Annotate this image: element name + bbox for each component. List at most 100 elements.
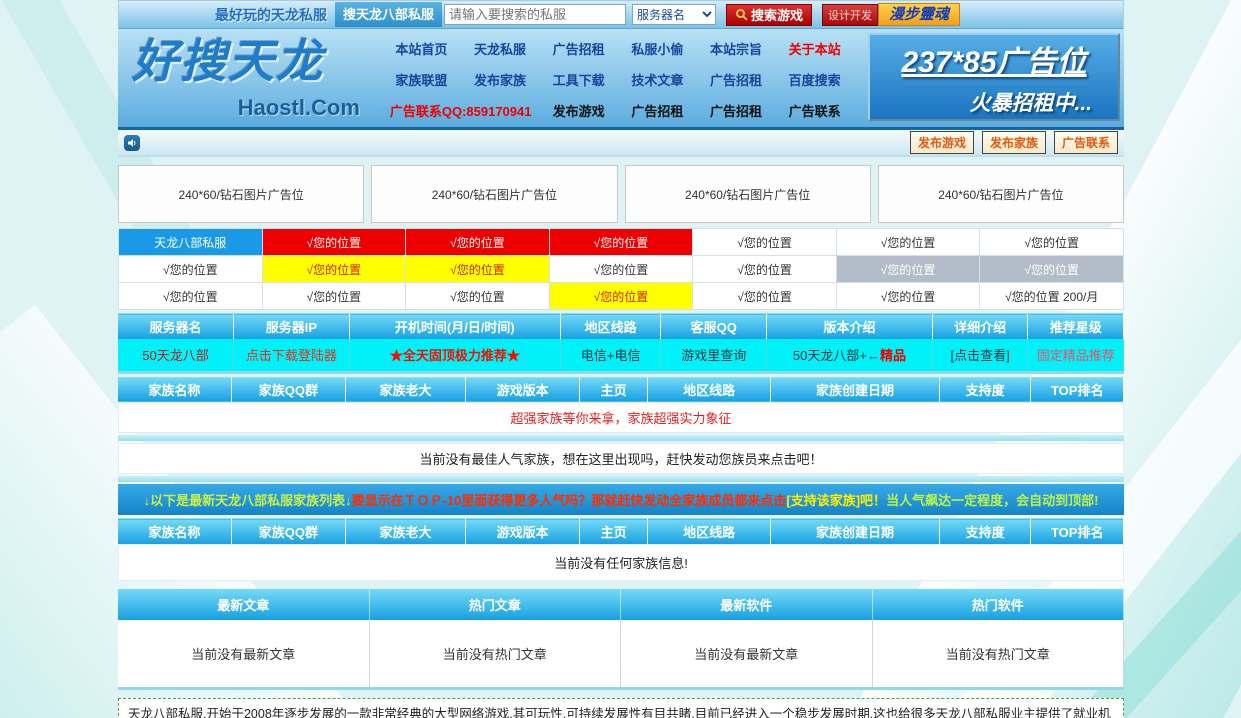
search-game-button[interactable]: 搜索游戏 <box>726 4 812 26</box>
position-ad-cell[interactable]: √您的位置 <box>980 256 1124 283</box>
nav-link[interactable]: 本站首页 <box>382 39 461 58</box>
position-ad-cell[interactable]: √您的位置 <box>406 256 550 283</box>
nav-link[interactable]: 广告招租 <box>697 101 776 120</box>
family-table-top: 家族名称家族QQ群家族老大游戏版本主页地区线路家族创建日期支持度TOP排名 <box>118 377 1124 403</box>
nav-link[interactable]: 工具下载 <box>539 70 618 89</box>
articles-section: 最新文章热门文章最新软件热门软件 当前没有最新文章当前没有热门文章当前没有最新文… <box>118 589 1124 690</box>
diamond-ad-slot[interactable]: 240*60/钻石图片广告位 <box>118 165 364 223</box>
nav-link[interactable]: 发布家族 <box>461 70 540 89</box>
position-ad-cell[interactable]: √您的位置 <box>119 256 263 283</box>
position-ad-cell[interactable]: √您的位置 <box>693 229 837 256</box>
position-ad-cell[interactable]: √您的位置 <box>836 256 980 283</box>
server-col-header: 客服QQ <box>661 314 767 339</box>
diamond-ad-slot[interactable]: 240*60/钻石图片广告位 <box>625 165 871 223</box>
nav-link[interactable]: 广告招租 <box>618 101 697 120</box>
server-cell[interactable]: 50天龙八部+←精品 <box>767 339 933 371</box>
server-cell[interactable]: [点击查看] <box>932 339 1028 371</box>
family-col-header: 家族QQ群 <box>232 377 346 402</box>
position-ad-cell[interactable]: √您的位置 <box>980 229 1124 256</box>
position-ad-table: 天龙八部私服√您的位置√您的位置√您的位置√您的位置√您的位置√您的位置√您的位… <box>118 228 1124 310</box>
nav-link[interactable]: 家族联盟 <box>382 70 461 89</box>
position-ad-cell[interactable]: 天龙八部私服 <box>119 229 263 256</box>
nav-link[interactable]: 广告联系 <box>775 101 854 120</box>
server-cell[interactable]: 游戏里查询 <box>661 339 767 371</box>
position-ad-cell[interactable]: √您的位置 <box>406 229 550 256</box>
brand-badge[interactable]: 漫步靈魂 <box>878 3 960 26</box>
articles-empty-cell: 当前没有最新文章 <box>621 620 873 687</box>
server-cell[interactable]: 点击下载登陆器 <box>234 339 350 371</box>
family-list-banner: ↓以下是最新天龙八部私服家族列表↓要显示在ＴＯＰ-10里面获得更多人气吗？那就赶… <box>118 484 1124 515</box>
position-ad-cell[interactable]: √您的位置 <box>549 229 693 256</box>
nav-link[interactable]: 发布游戏 <box>539 101 618 120</box>
family-empty-list-text: 当前没有任何家族信息! <box>118 544 1124 581</box>
position-ad-cell[interactable]: √您的位置 <box>119 283 263 310</box>
logo-title: 好搜天龙 <box>132 35 360 87</box>
articles-col-header: 最新软件 <box>621 589 873 620</box>
family-col-header: 家族老大 <box>345 519 466 544</box>
nav-link[interactable]: 广告招租 <box>697 70 776 89</box>
family-col-header: 家族创建日期 <box>771 377 940 402</box>
diamond-ad-slot[interactable]: 240*60/钻石图片广告位 <box>878 165 1124 223</box>
articles-body-row: 当前没有最新文章当前没有热门文章当前没有最新文章当前没有热门文章 <box>118 620 1124 687</box>
articles-header-row: 最新文章热门文章最新软件热门软件 <box>118 589 1124 620</box>
sound-icon[interactable] <box>124 135 140 151</box>
server-col-header: 服务器IP <box>234 314 350 339</box>
position-ad-cell[interactable]: √您的位置 <box>836 229 980 256</box>
diamond-ad-slot[interactable]: 240*60/钻石图片广告位 <box>371 165 617 223</box>
family-col-header: 家族创建日期 <box>771 519 940 544</box>
family-col-header: TOP排名 <box>1031 377 1124 402</box>
server-cell[interactable]: ★全天固顶极力推荐★ <box>349 339 560 371</box>
family-col-header: 地区线路 <box>648 377 771 402</box>
magnifier-icon <box>735 8 748 21</box>
search-scope-label: 搜天龙八部私服 <box>335 2 442 27</box>
nav-link[interactable]: 技术文章 <box>618 70 697 89</box>
server-cell[interactable]: 固定精品推荐 <box>1028 339 1124 371</box>
family-banner-segment: ↓以下是最新天龙八部私服家族列表↓ <box>144 493 352 508</box>
nav-link[interactable]: 天龙私服 <box>461 39 540 58</box>
family-banner-segment: [支持该家族]吧！ <box>786 493 886 508</box>
nav-link[interactable]: 百度搜索 <box>775 70 854 89</box>
position-ad-cell[interactable]: √您的位置 <box>262 229 406 256</box>
position-ad-cell[interactable]: √您的位置 <box>836 283 980 310</box>
position-ad-cell[interactable]: √您的位置 200/月 <box>980 283 1124 310</box>
family-col-header: 支持度 <box>939 377 1031 402</box>
ad-banner[interactable]: 237*85广告位 火暴招租中... <box>868 33 1120 121</box>
publish-game-button[interactable]: 发布游戏 <box>910 131 974 154</box>
page-container: 最好玩的天龙私服 搜天龙八部私服 服务器名 搜索游戏 设计开发 漫步靈魂 好搜天… <box>118 0 1124 718</box>
toolbar: 发布游戏发布家族广告联系 <box>118 130 1124 157</box>
publish-family-button[interactable]: 发布家族 <box>982 131 1046 154</box>
articles-empty-cell: 当前没有最新文章 <box>118 620 370 687</box>
ad-contact-button[interactable]: 广告联系 <box>1054 131 1118 154</box>
articles-col-header: 热门软件 <box>873 589 1125 620</box>
server-cell[interactable]: 50天龙八部 <box>118 339 234 371</box>
diamond-ad-row: 240*60/钻石图片广告位240*60/钻石图片广告位240*60/钻石图片广… <box>118 165 1124 223</box>
server-table: 服务器名服务器IP开机时间(月/日/时间)地区线路客服QQ版本介绍详细介绍推荐星… <box>118 313 1124 371</box>
family-col-header: 家族名称 <box>118 519 232 544</box>
design-dev-button[interactable]: 设计开发 <box>822 4 878 26</box>
server-col-header: 地区线路 <box>560 314 661 339</box>
family-banner-segment: 当人气飙达一定程度，会自动到顶部! <box>886 493 1098 508</box>
nav-link[interactable]: 广告联系QQ:859170941 <box>382 101 539 120</box>
nav-link[interactable]: 私服小偷 <box>618 39 697 58</box>
position-ad-cell[interactable]: √您的位置 <box>549 283 693 310</box>
family-col-header: 地区线路 <box>648 519 771 544</box>
position-ad-cell[interactable]: √您的位置 <box>262 283 406 310</box>
server-col-header: 版本介绍 <box>767 314 933 339</box>
nav-link[interactable]: 本站宗旨 <box>697 39 776 58</box>
position-ad-cell[interactable]: √您的位置 <box>693 256 837 283</box>
logo-domain: Haostl.Com <box>132 95 360 121</box>
server-search-input[interactable] <box>444 4 626 25</box>
family-col-header: 主页 <box>579 519 647 544</box>
position-ad-cell[interactable]: √您的位置 <box>262 256 406 283</box>
position-ad-cell[interactable]: √您的位置 <box>549 256 693 283</box>
server-cell[interactable]: 电信+电信 <box>560 339 661 371</box>
nav-link[interactable]: 广告招租 <box>539 39 618 58</box>
family-list-section: 家族名称家族QQ群家族老大游戏版本主页地区线路家族创建日期支持度TOP排名 当前… <box>118 518 1124 581</box>
position-ad-cell[interactable]: √您的位置 <box>693 283 837 310</box>
server-type-select[interactable]: 服务器名 <box>632 4 716 25</box>
position-ad-cell[interactable]: √您的位置 <box>406 283 550 310</box>
family-table-list: 家族名称家族QQ群家族老大游戏版本主页地区线路家族创建日期支持度TOP排名 <box>118 518 1124 544</box>
articles-col-header: 热门文章 <box>370 589 622 620</box>
site-logo[interactable]: 好搜天龙 Haostl.Com <box>118 29 370 127</box>
nav-link[interactable]: 关于本站 <box>775 39 854 58</box>
